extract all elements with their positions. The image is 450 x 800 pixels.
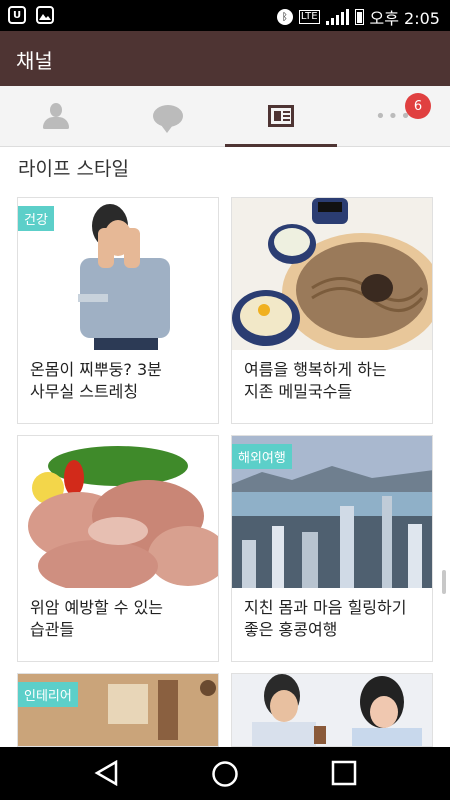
- tab-channel[interactable]: [225, 86, 337, 147]
- tab-chats[interactable]: [112, 86, 224, 146]
- newspaper-icon: [268, 105, 294, 127]
- caption-line: 지친 몸과 마음 힐링하기: [244, 598, 407, 617]
- app-bar: 채널: [0, 31, 450, 86]
- clock: 오후 2:05: [369, 9, 440, 28]
- chat-bubble-icon: [153, 105, 183, 133]
- status-bar: U ᛒ LTE 오후 2:05: [0, 0, 450, 31]
- back-icon: [94, 759, 118, 787]
- scrollbar[interactable]: [442, 570, 446, 594]
- recents-button[interactable]: [331, 760, 357, 790]
- card-caption: 여름을 행복하게 하는 지존 메밀국수들: [232, 350, 432, 423]
- lte-icon: LTE: [298, 10, 320, 24]
- card-caption: 온몸이 찌뿌둥? 3분 사무실 스트레칭: [18, 350, 218, 423]
- caption-line: 여름을 행복하게 하는: [244, 360, 387, 379]
- article-card[interactable]: 인테리어: [17, 673, 219, 747]
- tab-bar: •••: [0, 86, 450, 147]
- category-tag: 인테리어: [18, 682, 78, 707]
- article-card[interactable]: 건강 온몸이 찌뿌둥? 3분 사무실 스트레칭: [17, 197, 219, 424]
- interior-room-photo: 인테리어: [18, 674, 218, 746]
- caption-line: 지존 메밀국수들: [244, 382, 353, 401]
- man-stretching-photo: 건강: [18, 198, 218, 350]
- navigation-bar: [0, 747, 450, 800]
- home-icon: [212, 761, 238, 787]
- article-card[interactable]: 위암 예방할 수 있는 습관들: [17, 435, 219, 662]
- card-caption: 지친 몸과 마음 힐링하기 좋은 홍콩여행: [232, 588, 432, 661]
- article-card[interactable]: [231, 673, 433, 747]
- notification-icons: U: [8, 6, 54, 24]
- card-caption: 위암 예방할 수 있는 습관들: [18, 588, 218, 661]
- battery-icon: [354, 9, 364, 25]
- sliced-meat-photo: [18, 436, 218, 588]
- home-button[interactable]: [211, 760, 239, 792]
- bluetooth-icon: ᛒ: [276, 9, 293, 25]
- category-tag: 건강: [18, 206, 54, 231]
- back-button[interactable]: [94, 759, 120, 790]
- caption-line: 좋은 홍콩여행: [244, 620, 338, 639]
- signal-icon: [325, 9, 349, 25]
- caption-line: 위암 예방할 수 있는: [30, 598, 164, 617]
- system-icons: ᛒ LTE 오후 2:05: [276, 5, 440, 29]
- hong-kong-skyline-photo: 해외여행: [232, 436, 432, 588]
- caption-line: 습관들: [30, 620, 75, 639]
- recents-icon: [331, 760, 357, 786]
- article-card[interactable]: 여름을 행복하게 하는 지존 메밀국수들: [231, 197, 433, 424]
- article-card[interactable]: 해외여행 지친 몸과 마음 힐링하기 좋은 홍콩여행: [231, 435, 433, 662]
- notification-badge: 6: [405, 93, 431, 119]
- tab-friends[interactable]: [0, 86, 112, 146]
- image-notification-icon: [36, 6, 54, 24]
- business-people-photo: [232, 674, 432, 746]
- caption-line: 사무실 스트레칭: [30, 382, 139, 401]
- caption-line: 온몸이 찌뿌둥? 3분: [30, 360, 162, 379]
- tab-more[interactable]: •••: [338, 86, 450, 146]
- category-tag: 해외여행: [232, 444, 292, 469]
- buckwheat-noodles-photo: [232, 198, 432, 350]
- section-title: 라이프 스타일: [18, 158, 129, 180]
- app-notification-icon: U: [8, 6, 26, 24]
- person-icon: [41, 101, 71, 131]
- page-title: 채널: [16, 49, 53, 73]
- app-notification-label: U: [12, 9, 22, 21]
